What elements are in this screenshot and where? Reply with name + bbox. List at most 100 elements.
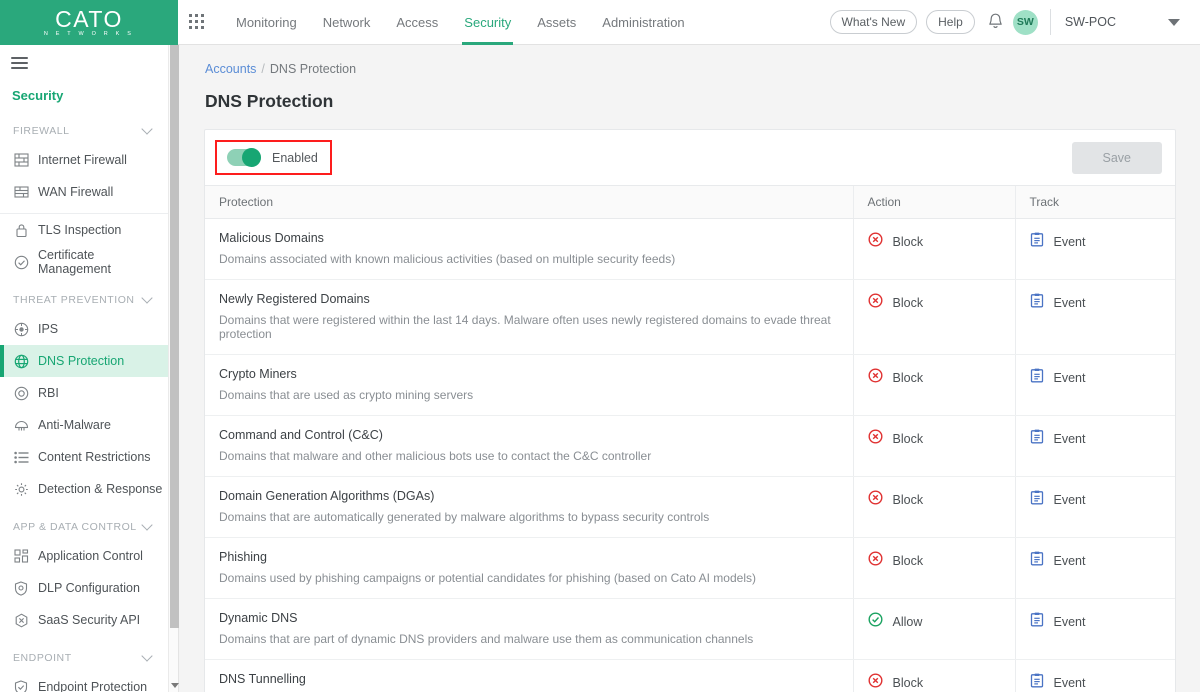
nav-tab-network[interactable]: Network — [310, 0, 384, 45]
sidebar-group-threat-prevention[interactable]: THREAT PREVENTION — [0, 278, 168, 313]
protection-name: Malicious Domains — [219, 231, 324, 245]
sidebar-item-endpoint-protection[interactable]: Endpoint Protection — [0, 671, 168, 692]
column-header-protection[interactable]: Protection — [205, 185, 853, 219]
protection-description: Domains that are part of dynamic DNS pro… — [219, 632, 754, 646]
notification-bell-icon[interactable] — [987, 13, 1004, 31]
card-toolbar: Enabled Save — [205, 130, 1175, 185]
sidebar-scrollbar-thumb[interactable] — [170, 45, 179, 628]
action-label: Block — [892, 296, 924, 310]
sidebar-item-content-restrictions[interactable]: Content Restrictions — [0, 441, 168, 473]
sidebar-item-application-control[interactable]: Application Control — [0, 540, 168, 572]
cato-logo[interactable]: CATO N E T W O R K S — [0, 0, 178, 45]
protection-description: Domains associated with known malicious … — [219, 252, 676, 266]
breadcrumb-accounts-link[interactable]: Accounts — [205, 62, 256, 76]
sidebar-item-wan-firewall[interactable]: WAN Firewall — [0, 176, 168, 208]
sidebar-item-tls-inspection[interactable]: TLS Inspection — [0, 214, 168, 246]
sidebar-item-ips[interactable]: IPS — [0, 313, 168, 345]
event-clipboard-icon — [1030, 368, 1044, 388]
sidebar-group-firewall[interactable]: FIREWALL — [0, 109, 168, 144]
cell-track[interactable]: Event — [1014, 537, 1175, 599]
page-title: DNS Protection — [205, 91, 334, 111]
sidebar-item-saas-security-api[interactable]: SaaS Security API — [0, 604, 168, 636]
cell-action[interactable]: Block — [852, 218, 1015, 280]
anti-malware-icon — [13, 417, 29, 433]
top-navigation-bar: Monitoring Network Access Security Asset… — [178, 0, 1200, 45]
user-avatar[interactable]: SW — [1012, 9, 1038, 35]
sidebar-item-rbi[interactable]: RBI — [0, 377, 168, 409]
cell-track[interactable]: Event — [1014, 354, 1175, 416]
nav-tab-monitoring[interactable]: Monitoring — [223, 0, 310, 45]
action-label: Allow — [892, 615, 923, 629]
table-row[interactable]: Newly Registered Domains Domains that wer… — [205, 279, 1175, 355]
cell-protection: Newly Registered Domains Domains that wer… — [205, 279, 853, 355]
breadcrumb-separator: / — [261, 62, 265, 76]
cell-track[interactable]: Event — [1014, 218, 1175, 280]
sidebar-item-detection-response[interactable]: Detection & Response — [0, 473, 168, 505]
sidebar-item-label: Detection & Response — [38, 482, 163, 496]
nav-tab-security[interactable]: Security — [451, 0, 524, 45]
sidebar-scrollbar[interactable] — [168, 45, 179, 692]
cell-track[interactable]: Event — [1014, 598, 1175, 660]
cell-action[interactable]: Block — [852, 476, 1015, 538]
caret-down-icon[interactable] — [1168, 18, 1180, 26]
sidebar-item-dlp-configuration[interactable]: DLP Configuration — [0, 572, 168, 604]
enable-toggle-switch[interactable] — [227, 148, 261, 167]
scroll-down-arrow-icon[interactable] — [171, 683, 179, 688]
table-row[interactable]: DNS TunnellingExploiting the DNS protoco… — [205, 659, 1175, 692]
table-row[interactable]: Command and Control (C&C) Domains that ma… — [205, 415, 1175, 477]
cell-track[interactable]: Event — [1014, 279, 1175, 355]
cell-track[interactable]: Event — [1014, 415, 1175, 477]
cell-action[interactable]: Allow — [852, 598, 1015, 660]
cell-action[interactable]: Block — [852, 279, 1015, 355]
block-circle-x-icon — [867, 429, 883, 449]
cell-track[interactable]: Event — [1014, 659, 1175, 692]
sidebar-group-label: APP & DATA CONTROL — [13, 521, 137, 533]
table-row[interactable]: Malicious Domains Domains associated with… — [205, 218, 1175, 280]
whats-new-button[interactable]: What's New — [829, 10, 918, 34]
track-label: Event — [1053, 493, 1086, 507]
help-button[interactable]: Help — [926, 10, 975, 34]
save-button[interactable]: Save — [1071, 141, 1162, 174]
logo-tagline: N E T W O R K S — [43, 31, 135, 37]
table-row[interactable]: Phishing Domains used by phishing campaig… — [205, 537, 1175, 599]
event-clipboard-icon — [1030, 673, 1044, 692]
sidebar-item-certificate-management[interactable]: Certificate Management — [0, 246, 168, 278]
cell-action[interactable]: Block — [852, 354, 1015, 416]
column-header-action[interactable]: Action — [852, 185, 1015, 219]
toggle-knob — [242, 148, 261, 167]
track-label: Event — [1053, 432, 1086, 446]
cell-protection: Crypto Miners Domains that are used as cr… — [205, 354, 853, 416]
sidebar-item-label: Application Control — [38, 549, 143, 563]
nav-tab-administration[interactable]: Administration — [589, 0, 697, 45]
track-label: Event — [1053, 615, 1086, 629]
table-row[interactable]: Domain Generation Algorithms (DGAs) Domai… — [205, 476, 1175, 538]
column-header-track[interactable]: Track — [1014, 185, 1175, 219]
sidebar-item-anti-malware[interactable]: Anti-Malware — [0, 409, 168, 441]
table-header-row: Protection Action Track — [205, 185, 1175, 219]
chevron-down-icon — [141, 519, 153, 531]
action-label: Block — [892, 432, 924, 446]
cell-action[interactable]: Block — [852, 659, 1015, 692]
table-row[interactable]: Crypto Miners Domains that are used as cr… — [205, 354, 1175, 416]
sidebar-group-label: THREAT PREVENTION — [13, 294, 135, 306]
sidebar-item-label: Content Restrictions — [38, 450, 151, 464]
table-row[interactable]: Dynamic DNS Domains that are part of dyna… — [205, 598, 1175, 660]
cell-action[interactable]: Block — [852, 537, 1015, 599]
sidebar-title: Security — [12, 88, 64, 103]
cell-track[interactable]: Event — [1014, 476, 1175, 538]
breadcrumb-current: DNS Protection — [269, 62, 357, 76]
sidebar-group-endpoint[interactable]: ENDPOINT — [0, 636, 168, 671]
protection-description: Domains used by phishing campaigns or po… — [219, 571, 756, 585]
sidebar-item-internet-firewall[interactable]: Internet Firewall — [0, 144, 168, 176]
account-name[interactable]: SW-POC — [1065, 15, 1116, 29]
grid-apps-icon[interactable] — [189, 14, 205, 30]
sidebar-group-app-data-control[interactable]: APP & DATA CONTROL — [0, 505, 168, 540]
cell-action[interactable]: Block — [852, 415, 1015, 477]
nav-tab-assets[interactable]: Assets — [524, 0, 589, 45]
sidebar-item-dns-protection[interactable]: DNS Protection — [0, 345, 168, 377]
cell-protection: Phishing Domains used by phishing campaig… — [205, 537, 853, 599]
event-clipboard-icon — [1030, 293, 1044, 313]
nav-tab-access[interactable]: Access — [383, 0, 451, 45]
cell-protection: DNS TunnellingExploiting the DNS protoco… — [205, 660, 853, 692]
hamburger-menu-icon[interactable] — [0, 45, 168, 82]
